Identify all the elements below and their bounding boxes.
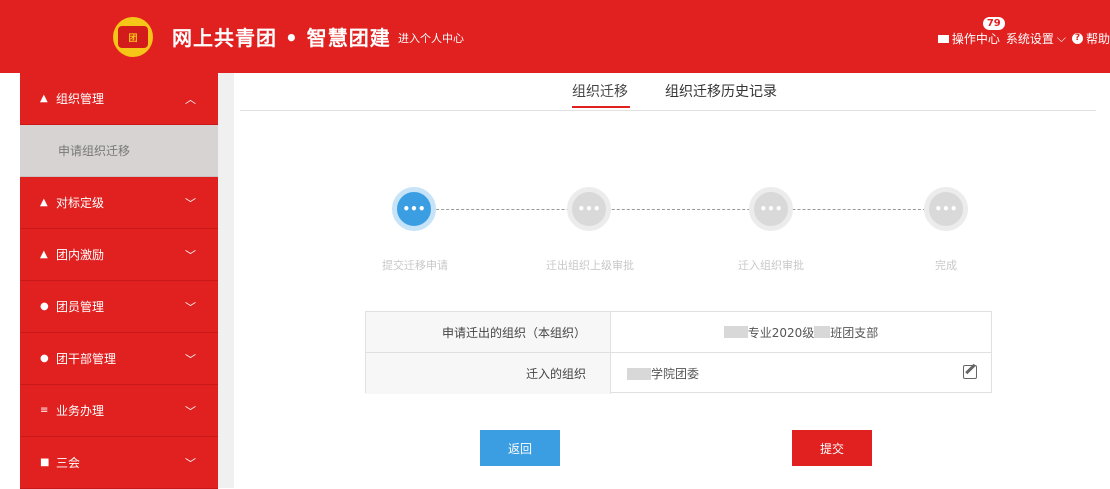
sidebar-item-label: 三会 [56,456,81,470]
in-org-value-text: 学院团委 [651,367,700,381]
chevron-down-icon: ﹀ [185,456,196,470]
chevron-down-icon: ﹀ [185,196,196,210]
step-2-circle: ••• [567,187,611,231]
sidebar-item-org-management[interactable]: ▲ 组织管理 ︿ [20,73,218,125]
redacted-block [627,367,651,380]
out-org-value-a: 专业2020级 [747,325,815,340]
steps-connector [416,209,946,210]
mail-icon [937,34,949,43]
ops-center-label: 操作中心 [951,32,1000,46]
out-org-label: 申请迁出的组织（本组织） [366,312,611,352]
chevron-down-icon: ﹀ [185,300,196,314]
tab-transfer-history[interactable]: 组织迁移历史记录 [665,81,777,101]
in-org-value[interactable]: 学院团委 [611,353,991,394]
tab-bar: 组织迁移 组织迁移历史记录 [240,73,1096,111]
sidebar-edge [0,73,20,488]
users-icon: ● [40,300,49,312]
sidebar-divider [218,73,234,488]
header-right: 操作中心 79 系统设置 ⌵ ? 帮助 [937,17,1110,47]
org-icon: ▲ [40,248,48,260]
sidebar-item-label: 组织管理 [56,92,105,106]
form-row-out: 申请迁出的组织（本组织） 专业2020级 班团支部 [366,312,991,353]
back-button[interactable]: 返回 [480,430,560,466]
org-icon: ▲ [40,92,48,104]
sidebar-item-members[interactable]: ● 团员管理 ﹀ [20,281,218,333]
step-2-label: 迁出组织上级审批 [546,259,634,272]
edit-icon[interactable] [963,365,977,379]
personal-center-link[interactable]: 进入个人中心 [398,30,464,46]
chevron-up-icon: ︿ [185,92,196,106]
sidebar-item-label: 对标定级 [56,196,105,210]
step-4-label: 完成 [935,259,957,272]
transfer-form: 申请迁出的组织（本组织） 专业2020级 班团支部 迁入的组织 学院团委 [365,311,992,394]
sidebar-item-meetings[interactable]: ■ 三会 ﹀ [20,437,218,489]
sidebar-item-benchmark[interactable]: ▲ 对标定级 ﹀ [20,177,218,229]
settings-label: 系统设置 [1005,32,1054,46]
help-label: 帮助 [1085,32,1110,46]
step-4-circle: ••• [924,187,968,231]
site-title: 网上共青团 • 智慧团建 [172,26,391,50]
step-1-circle: ••• [392,187,436,231]
step-3-label: 迁入组织审批 [738,259,804,272]
step-3-circle: ••• [749,187,793,231]
chevron-down-icon: ﹀ [185,248,196,262]
ops-badge: 79 [982,17,1005,30]
sidebar-item-label: 业务办理 [56,404,105,418]
sidebar-item-cadres[interactable]: ● 团干部管理 ﹀ [20,333,218,385]
org-icon: ▲ [40,196,48,208]
redacted-block [814,326,831,338]
sidebar: ▲ 组织管理 ︿ 申请组织迁移 ▲ 对标定级 ﹀ ▲ 团内激励 ﹀ ● 团员管理 ﹀ ●… [20,73,218,489]
help-link[interactable]: ? 帮助 [1071,30,1110,47]
sidebar-item-business[interactable]: ≡ 业务办理 ﹀ [20,385,218,437]
edit-square-icon: ■ [40,456,50,468]
top-header: 团 网上共青团 • 智慧团建 进入个人中心 操作中心 79 系统设置 ⌵ ? 帮… [0,0,1110,73]
in-org-label: 迁入的组织 [366,353,611,394]
out-org-value: 专业2020级 班团支部 [611,312,991,352]
tab-org-transfer[interactable]: 组织迁移 [572,81,628,101]
menu-icon: ≡ [40,404,49,416]
redacted-block [723,326,748,338]
out-org-value-b: 班团支部 [830,325,879,340]
ops-center-link[interactable]: 操作中心 79 [937,17,1005,47]
chevron-down-icon: ﹀ [185,352,196,366]
settings-menu[interactable]: 系统设置 ⌵ [1006,30,1066,47]
sidebar-item-label: 团内激励 [56,248,105,262]
form-row-in: 迁入的组织 学院团委 [366,353,991,394]
users-icon: ● [40,352,49,364]
sidebar-item-incentive[interactable]: ▲ 团内激励 ﹀ [20,229,218,281]
sidebar-item-label: 团干部管理 [56,352,117,366]
active-tab-indicator [572,106,630,108]
sidebar-subitem-apply-transfer[interactable]: 申请组织迁移 [20,125,218,177]
cyl-logo: 团 [113,17,153,57]
step-1-label: 提交迁移申请 [382,259,448,272]
chevron-down-icon: ﹀ [185,404,196,418]
chevron-down-icon: ⌵ [1056,31,1066,45]
help-icon: ? [1071,33,1083,44]
submit-button[interactable]: 提交 [792,430,872,466]
sidebar-item-label: 团员管理 [56,300,105,314]
